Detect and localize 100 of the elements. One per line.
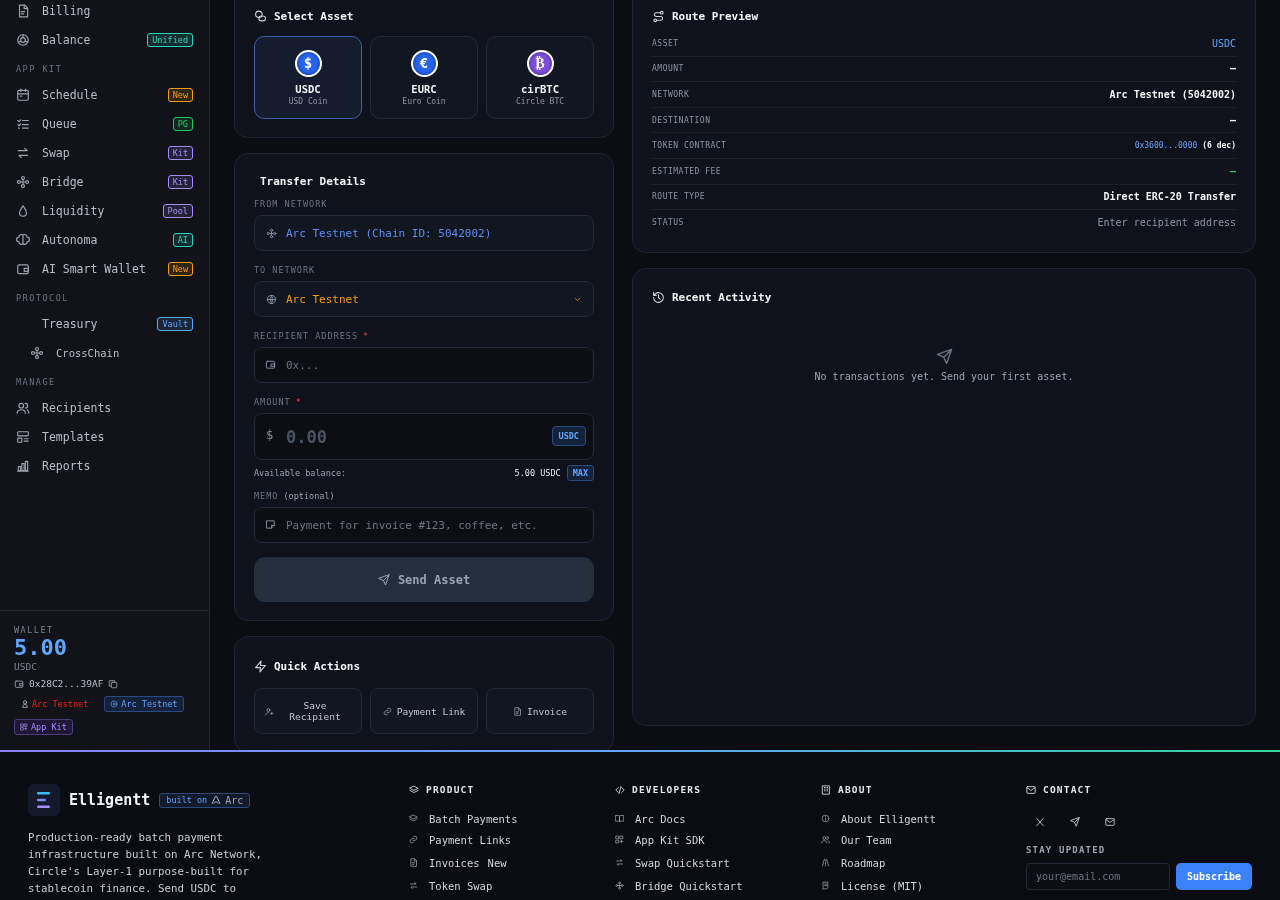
file-icon: [16, 3, 30, 18]
checklist-icon: [16, 116, 30, 131]
quick-action-button[interactable]: Invoice: [486, 688, 594, 734]
send-icon: [377, 573, 390, 586]
address-field[interactable]: 0x...: [254, 347, 594, 383]
mail-icon: [1026, 784, 1036, 795]
field-label: TO NETWORK: [254, 265, 316, 275]
max-button[interactable]: MAX: [566, 465, 594, 481]
asset-option[interactable]: ₿ cirBTC Circle BTC: [486, 36, 594, 119]
sidebar-tag: Vault: [157, 316, 193, 331]
x-icon: [1034, 816, 1045, 827]
road-icon: [821, 858, 830, 867]
sidebar-item[interactable]: Treasury Vault: [16, 309, 193, 338]
footer-link[interactable]: Payment Links: [409, 829, 615, 850]
layers-icon: [409, 814, 418, 823]
sidebar-item[interactable]: Schedule New: [16, 80, 193, 109]
balance-label: Available balance:: [254, 468, 348, 478]
sidebar-item[interactable]: AI Smart Wallet New: [16, 254, 193, 283]
footer-link[interactable]: About Elligentt: [821, 808, 1026, 829]
balance-unit: USDC: [14, 661, 38, 672]
calendar-icon: [16, 87, 30, 102]
footer-link[interactable]: App Kit SDK: [615, 829, 821, 850]
sidebar-item[interactable]: Recipients: [16, 393, 193, 422]
new-label: New: [487, 856, 507, 869]
row-label: DESTINATION: [652, 115, 712, 125]
sidebar-item[interactable]: Swap Kit: [16, 138, 193, 167]
droplet-icon: [16, 203, 30, 218]
asset-option[interactable]: € EURC Euro Coin: [370, 36, 478, 119]
brand-name: Elligentt: [69, 791, 151, 809]
arch-icon: [211, 795, 222, 805]
row-value: –: [1229, 165, 1236, 177]
link-icon: [382, 706, 392, 716]
send-icon: [935, 347, 953, 365]
users-icon: [16, 400, 30, 415]
footer-link[interactable]: Batch Payments: [409, 808, 615, 829]
built-on-badge: built on Arc: [159, 792, 251, 808]
sidebar-tag: Kit: [167, 174, 193, 189]
kit-chip: App Kit: [14, 719, 73, 735]
sidebar-item[interactable]: Balance Unified: [16, 25, 193, 54]
sidebar-item[interactable]: Reports: [16, 451, 193, 480]
network-chip: Arc Testnet: [104, 696, 184, 712]
footer-link[interactable]: Arc Docs: [615, 808, 821, 829]
sidebar-item[interactable]: Autonoma AI: [16, 225, 193, 254]
section-heading: MANAGE: [16, 376, 57, 389]
wallet-balance: 5.00: [14, 635, 68, 661]
row-label: STATUS: [652, 218, 685, 228]
memo-field[interactable]: Payment for invoice #123, coffee, etc.: [254, 507, 594, 543]
footer-link[interactable]: License (MIT): [821, 875, 1026, 896]
row-value: USDC: [1211, 37, 1236, 49]
coin-icon: $: [294, 49, 322, 77]
footer-heading: ABOUT: [838, 784, 873, 795]
sidebar-item[interactable]: Templates: [16, 422, 193, 451]
layers-icon: [409, 784, 419, 795]
quick-action-button[interactable]: Save Recipient: [254, 688, 362, 734]
swap-icon: [409, 881, 418, 890]
network-label: Arc Testnet: [14, 696, 95, 712]
lightning-icon: [254, 659, 267, 673]
footer-link[interactable]: Bridge Quickstart: [615, 875, 821, 896]
link-icon: [409, 835, 418, 844]
footer-link[interactable]: Invoices New: [409, 850, 615, 875]
field-label: FROM NETWORK: [254, 199, 328, 209]
network-select[interactable]: Arc Testnet: [254, 281, 594, 317]
footer-link[interactable]: Swap Quickstart: [615, 850, 821, 875]
sidebar-item[interactable]: Billing: [16, 0, 193, 25]
footer-link[interactable]: Token Swap: [409, 875, 615, 896]
file-icon: [512, 706, 522, 716]
field-label: RECIPIENT ADDRESS: [254, 331, 358, 341]
sidebar-item[interactable]: Bridge Kit: [16, 167, 193, 196]
users-icon: [821, 835, 830, 844]
book-icon: [615, 814, 624, 823]
asset-option[interactable]: $ USDC USD Coin: [254, 36, 362, 119]
subscribe-button[interactable]: Subscribe: [1176, 863, 1252, 890]
target-icon: [110, 700, 119, 708]
row-label: AMOUNT: [652, 64, 685, 74]
logo-icon: [28, 784, 60, 816]
row-value: Enter recipient address: [1097, 217, 1236, 229]
bar-chart-icon: [16, 458, 30, 473]
sidebar-item[interactable]: Liquidity Pool: [16, 196, 193, 225]
info-icon: [821, 814, 830, 823]
field-hint: (optional): [283, 491, 335, 501]
quick-action-button[interactable]: Payment Link: [370, 688, 478, 734]
sidebar-tag: New: [167, 261, 193, 276]
email-field[interactable]: your@email.com: [1026, 863, 1170, 890]
wallet-icon: [14, 678, 24, 689]
row-value: Direct ERC-20 Transfer: [1103, 191, 1236, 203]
newsletter-heading: STAY UPDATED: [1026, 845, 1107, 855]
row-value-suffix: (6 dec): [1202, 141, 1236, 151]
footer-heading: CONTACT: [1043, 784, 1092, 795]
footer-link[interactable]: Roadmap: [821, 850, 1026, 875]
sidebar-item[interactable]: CrossChain: [16, 338, 193, 367]
network-icon: [30, 345, 44, 360]
footer-link[interactable]: Our Team: [821, 829, 1026, 850]
sidebar-tag: New: [167, 87, 193, 102]
required-mark: *: [363, 331, 370, 341]
network-icon: [615, 881, 624, 890]
footer-heading: DEVELOPERS: [632, 784, 702, 795]
coin-icon: ₿: [526, 49, 554, 77]
sidebar-item[interactable]: Queue PG: [16, 109, 193, 138]
brain-icon: [16, 232, 30, 247]
field-label: AMOUNT: [254, 397, 291, 407]
